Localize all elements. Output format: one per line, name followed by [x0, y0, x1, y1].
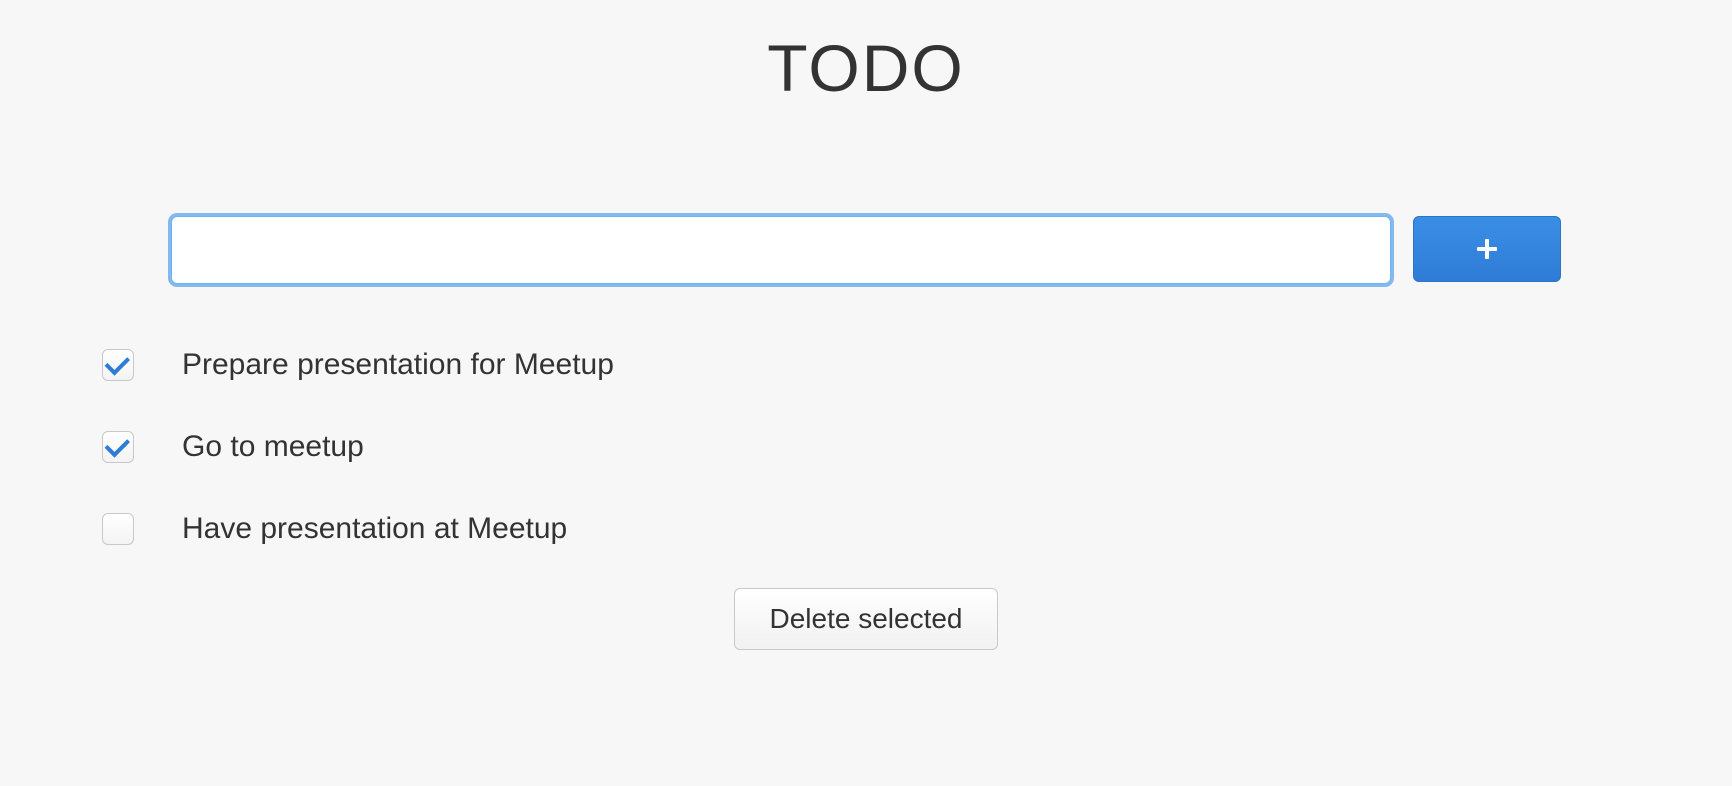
todo-item: Prepare presentation for Meetup	[100, 324, 1632, 406]
todo-checkbox[interactable]	[102, 349, 134, 381]
todo-checkbox[interactable]	[102, 431, 134, 463]
add-todo-row	[0, 216, 1732, 284]
delete-selected-button[interactable]: Delete selected	[734, 588, 997, 650]
todo-checkbox[interactable]	[102, 513, 134, 545]
plus-icon	[1477, 239, 1497, 259]
todo-item: Go to meetup	[100, 406, 1632, 488]
todo-label: Prepare presentation for Meetup	[182, 348, 614, 382]
todo-list: Prepare presentation for Meetup Go to me…	[0, 324, 1732, 570]
todo-item: Have presentation at Meetup	[100, 488, 1632, 570]
footer: Delete selected	[0, 588, 1732, 650]
add-todo-button[interactable]	[1413, 216, 1561, 282]
todo-label: Go to meetup	[182, 430, 364, 464]
new-todo-input[interactable]	[171, 216, 1391, 284]
page-title: TODO	[0, 30, 1732, 106]
todo-label: Have presentation at Meetup	[182, 512, 567, 546]
